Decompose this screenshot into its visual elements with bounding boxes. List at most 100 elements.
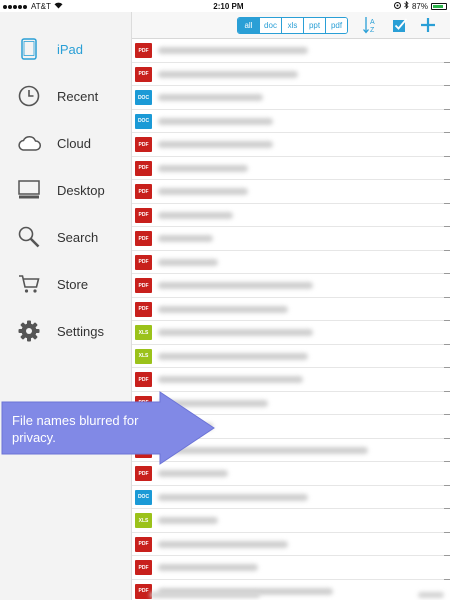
- xls-file-icon: XLS: [135, 325, 152, 340]
- doc-file-icon: DOC: [135, 90, 152, 105]
- file-row[interactable]: PDF: [132, 157, 450, 180]
- cloud-icon: [17, 131, 41, 155]
- callout-text: File names blurred for privacy.: [12, 413, 139, 445]
- select-icon[interactable]: [390, 15, 410, 35]
- sort-icon[interactable]: AZ: [361, 15, 381, 35]
- svg-text:A: A: [370, 19, 375, 26]
- blurred-file-name: [158, 164, 248, 172]
- file-row[interactable]: PDF: [132, 63, 450, 86]
- file-row[interactable]: DOC: [132, 86, 450, 110]
- sidebar-item-recent[interactable]: Recent: [0, 76, 131, 116]
- file-row[interactable]: PDF: [132, 39, 450, 63]
- blurred-file-name: [158, 282, 313, 289]
- cart-icon: [17, 272, 41, 296]
- blurred-file-name: [158, 211, 233, 219]
- file-row[interactable]: XLS: [132, 321, 450, 345]
- annotation-callout: File names blurred for privacy.: [0, 390, 216, 466]
- blurred-file-name: [158, 517, 218, 524]
- signal-icon: [3, 2, 28, 11]
- filter-doc[interactable]: doc: [260, 18, 282, 33]
- blurred-file-name: [158, 47, 308, 54]
- file-row[interactable]: XLS: [132, 509, 450, 533]
- sidebar-item-ipad[interactable]: iPad: [0, 29, 131, 69]
- status-left: AT&T: [3, 2, 63, 11]
- file-row[interactable]: DOC: [132, 110, 450, 133]
- file-row[interactable]: PDF: [132, 533, 450, 556]
- blurred-file-name: [158, 258, 218, 266]
- lock-rotation-icon: [393, 1, 401, 11]
- filter-all[interactable]: all: [238, 18, 260, 33]
- file-row[interactable]: PDF: [132, 133, 450, 157]
- sidebar-item-label: Recent: [57, 88, 99, 104]
- sidebar-item-label: Store: [57, 276, 89, 292]
- filter-ppt[interactable]: ppt: [304, 18, 326, 33]
- sidebar-item-label: iPad: [57, 41, 84, 57]
- blurred-file-name: [158, 141, 273, 148]
- doc-file-icon: DOC: [135, 489, 152, 505]
- status-right: 87%: [393, 0, 447, 11]
- sidebar-item-label: Settings: [57, 323, 104, 339]
- blurred-file-name: [158, 564, 258, 571]
- file-row[interactable]: PDF: [132, 204, 450, 227]
- xls-file-icon: XLS: [135, 513, 152, 528]
- pdf-file-icon: PDF: [135, 536, 152, 552]
- doc-file-icon: DOC: [135, 113, 152, 129]
- status-bar: AT&T 2:10 PM 87%: [0, 0, 450, 12]
- search-icon: [17, 225, 41, 249]
- file-row[interactable]: PDF: [132, 274, 450, 298]
- blurred-file-name: [158, 329, 313, 336]
- desktop-icon: [17, 178, 41, 202]
- file-row[interactable]: PDF: [132, 227, 450, 251]
- blurred-file-name: [158, 235, 213, 242]
- pdf-file-icon: PDF: [135, 43, 152, 58]
- sidebar-item-label: Cloud: [57, 135, 91, 151]
- blurred-file-size: [418, 592, 444, 598]
- file-row[interactable]: DOC: [132, 486, 450, 509]
- carrier-label: AT&T: [31, 1, 51, 11]
- blurred-file-name: [158, 470, 228, 477]
- clock-icon: [17, 84, 41, 108]
- file-row[interactable]: PDF: [132, 180, 450, 204]
- pdf-file-icon: PDF: [135, 66, 152, 82]
- blurred-file-name: [158, 70, 298, 78]
- sidebar-item-label: Search: [57, 229, 99, 245]
- xls-file-icon: XLS: [135, 348, 152, 364]
- blurred-file-name: [158, 305, 288, 313]
- wifi-icon: [54, 2, 63, 11]
- sidebar-item-store[interactable]: Store: [0, 264, 131, 304]
- pdf-file-icon: PDF: [135, 301, 152, 317]
- blurred-file-name: [158, 188, 248, 195]
- sidebar-item-cloud[interactable]: Cloud: [0, 123, 131, 163]
- sidebar: iPad Recent Cloud Desktop Search Store S…: [0, 12, 132, 600]
- pdf-file-icon: PDF: [135, 184, 152, 199]
- battery-icon: [430, 2, 447, 10]
- file-row[interactable]: PDF: [132, 368, 450, 392]
- file-row[interactable]: PDF: [132, 251, 450, 274]
- file-row[interactable]: PDF: [132, 556, 450, 580]
- blurred-file-details: [150, 592, 260, 598]
- clock-time: 2:10 PM: [213, 1, 244, 11]
- battery-percent: 87%: [411, 1, 428, 11]
- pdf-file-icon: PDF: [135, 560, 152, 575]
- toolbar: all doc xls ppt pdf AZ: [132, 12, 450, 39]
- file-list: PDF PDF DOC DOC PDF PDF PDF PDF PDF PDF PDF PDF XLS X…: [132, 39, 450, 600]
- blurred-file-name: [158, 493, 308, 501]
- filter-xls[interactable]: xls: [282, 18, 304, 33]
- sidebar-item-search[interactable]: Search: [0, 217, 131, 257]
- blurred-file-name: [158, 117, 273, 125]
- file-row[interactable]: XLS: [132, 345, 450, 368]
- blurred-file-name: [158, 94, 263, 101]
- file-row[interactable]: PDF: [132, 298, 450, 321]
- bluetooth-icon: [404, 0, 409, 11]
- svg-text:Z: Z: [370, 27, 375, 34]
- sidebar-item-settings[interactable]: Settings: [0, 311, 131, 351]
- gear-icon: [17, 319, 41, 343]
- sidebar-item-desktop[interactable]: Desktop: [0, 170, 131, 210]
- pdf-file-icon: PDF: [135, 231, 152, 246]
- blurred-file-name: [158, 352, 308, 360]
- pdf-file-icon: PDF: [135, 278, 152, 293]
- pdf-file-icon: PDF: [135, 160, 152, 176]
- add-icon[interactable]: [418, 15, 438, 35]
- filter-pdf[interactable]: pdf: [326, 18, 347, 33]
- pdf-file-icon: PDF: [135, 372, 152, 387]
